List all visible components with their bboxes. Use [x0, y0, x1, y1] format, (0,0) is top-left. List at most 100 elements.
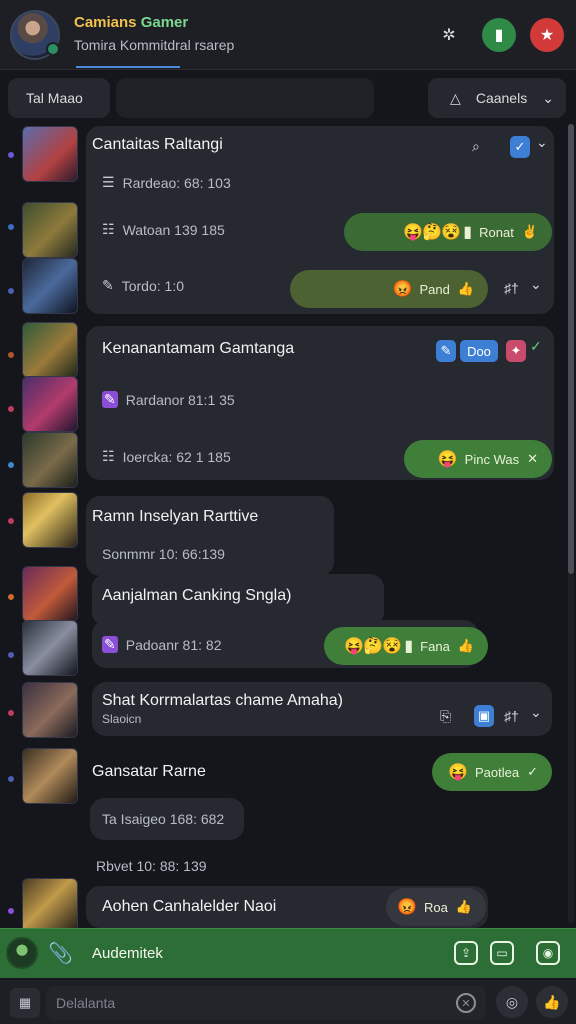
pencil-icon: ✎ — [102, 391, 118, 408]
reaction-bubble[interactable]: 😡 Pand 👍 — [290, 270, 488, 308]
message-meta: ☷ Ioercka: 62 1 185 — [102, 448, 231, 465]
reaction-bubble[interactable]: 😡 Roa 👍 — [386, 888, 486, 926]
search-placeholder: Delalanta — [56, 995, 116, 1011]
message-composer: 📎 Audemitek ⇪ ▭ ◉ — [0, 928, 576, 978]
filter-bar: Tal Maao △ Caanels ⌄ — [0, 72, 576, 124]
emoji-reactions: 😡 — [397, 899, 417, 916]
clear-icon[interactable]: ✕ — [456, 993, 476, 1013]
message-title: Aanjalman Canking Sngla) — [102, 587, 292, 604]
bubble-label: Fana — [420, 638, 450, 654]
avatar-thumbnail[interactable] — [22, 492, 78, 548]
attach-clip-icon[interactable]: 📎 — [48, 941, 73, 966]
composer-input[interactable]: Audemitek — [92, 945, 163, 962]
thumbs-up-icon[interactable]: 👍 — [536, 986, 568, 1018]
avatar-thumbnail[interactable] — [22, 126, 78, 182]
meta-text: Sonmmr 10: 66:139 — [102, 546, 225, 562]
bubble-label: Ronat — [479, 224, 514, 240]
meta-text: Rardeao: 68: 103 — [122, 174, 231, 191]
filter-pill-left[interactable]: Tal Maao — [8, 78, 110, 118]
thumbs-icon: 👍 — [457, 281, 474, 296]
status-tag[interactable]: Doo — [460, 340, 498, 362]
list-icon: ☰ — [102, 174, 115, 190]
translate-icon[interactable]: ⌕ — [472, 138, 480, 155]
timestamp: Rbvet 10: 88: 139 — [96, 858, 207, 874]
app-root: Camians Gamer Tomira Kommitdral rsarep ✲… — [0, 0, 576, 1024]
check-icon: ✓ — [530, 338, 542, 354]
status-pip — [6, 650, 16, 660]
status-pip — [6, 460, 16, 470]
emoji-reactions: 😡 — [392, 281, 413, 298]
bubble-label: Pand — [419, 281, 450, 297]
scrollbar-thumb[interactable] — [568, 124, 574, 574]
channels-dropdown[interactable]: △ Caanels ⌄ — [428, 78, 566, 118]
avatar-thumbnail[interactable] — [22, 376, 78, 432]
chevron-down-icon[interactable]: ⌄ — [530, 704, 542, 721]
avatar-thumbnail[interactable] — [22, 566, 78, 622]
hashtag-icon[interactable]: ♯† — [504, 280, 519, 296]
meta-text: Padoanr 81: 82 — [125, 636, 222, 653]
window-icon[interactable]: ▭ — [490, 941, 514, 965]
filter-search-area[interactable] — [116, 78, 374, 118]
message-meta: ✎ Tordo: 1:0 — [102, 277, 184, 294]
status-pip — [6, 404, 16, 414]
message-meta: Ta Isaigeo 168: 682 — [102, 811, 224, 827]
composer-avatar[interactable] — [6, 937, 38, 969]
upload-icon[interactable]: ⇪ — [454, 941, 478, 965]
message-title: Gansatar Rarne — [92, 763, 206, 780]
bubble-label: Roa — [423, 899, 448, 915]
close-icon: ✕ — [527, 451, 538, 466]
keyboard-icon[interactable]: ▦ — [10, 988, 40, 1018]
status-pip — [6, 774, 16, 784]
message-title: Aohen Canhalelder Naoi — [102, 898, 277, 915]
user-avatar[interactable] — [10, 10, 60, 60]
settings-gear-icon[interactable]: ✲ — [432, 18, 466, 52]
status-pip — [6, 516, 16, 526]
status-pip — [6, 286, 16, 296]
camera-icon[interactable]: ◎ — [496, 986, 528, 1018]
bot-icon[interactable]: ◉ — [536, 941, 560, 965]
avatar-thumbnail[interactable] — [22, 202, 78, 258]
avatar-thumbnail[interactable] — [22, 682, 78, 738]
search-input[interactable]: Delalanta ✕ — [46, 986, 486, 1020]
emoji-reactions: 😝🤔😵 ▮ — [403, 224, 472, 241]
pencil-icon: ✎ — [102, 636, 118, 653]
hashtag-icon[interactable]: ♯† — [504, 708, 519, 724]
reaction-bubble[interactable]: 😝🤔😵 ▮ Fana 👍 — [324, 627, 488, 665]
check-icon: ✌ — [521, 224, 538, 239]
app-subtitle: Tomira Kommitdral rsarep — [74, 37, 235, 53]
bubble-label: Paotlea — [475, 764, 520, 780]
bottom-bar: ▦ Delalanta ✕ ◎ 👍 — [0, 980, 576, 1024]
bookmark-icon[interactable]: ▮ — [482, 18, 516, 52]
star-icon[interactable]: ★ — [530, 18, 564, 52]
meta-text: Tordo: 1:0 — [121, 277, 184, 294]
pencil-icon: ✎ — [102, 277, 114, 293]
chevron-down-icon[interactable]: ⌄ — [536, 134, 548, 151]
avatar-thumbnail[interactable] — [22, 322, 78, 378]
channels-label: Caanels — [475, 90, 528, 106]
avatar-thumbnail[interactable] — [22, 620, 78, 676]
active-tab-indicator — [76, 66, 180, 68]
status-pip — [6, 592, 16, 602]
message-meta: ✎ Rardanor 81:1 35 — [102, 391, 235, 408]
bubble-label: Pinc Was — [464, 451, 520, 467]
copy-icon[interactable]: ⎘ — [440, 708, 451, 725]
message-meta: Sonmmr 10: 66:139 — [102, 546, 225, 562]
avatar-thumbnail[interactable] — [22, 258, 78, 314]
check-icon: ✓ — [527, 764, 538, 779]
thumbs-icon: 👍 — [457, 638, 474, 653]
verified-icon: ▣ — [474, 705, 494, 727]
message-title: Shat Korrmalartas chame Amaha) — [102, 692, 343, 709]
avatar-thumbnail[interactable] — [22, 748, 78, 804]
avatar-thumbnail[interactable] — [22, 432, 78, 488]
reaction-bubble[interactable]: 😝 Paotlea ✓ — [432, 753, 552, 791]
avatar-thumbnail[interactable] — [22, 878, 78, 934]
list-icon: ☷ — [102, 448, 115, 464]
emoji-reactions: 😝 — [448, 764, 468, 781]
status-pip — [6, 222, 16, 232]
triangle-icon: △ — [450, 89, 461, 106]
reaction-bubble[interactable]: 😝 Pinc Was ✕ — [404, 440, 552, 478]
message-meta: ☷ Watoan 139 185 — [102, 221, 225, 238]
chevron-down-icon[interactable]: ⌄ — [530, 276, 542, 293]
reaction-bubble[interactable]: 😝🤔😵 ▮ Ronat ✌ — [344, 213, 552, 251]
status-pip — [6, 906, 16, 916]
